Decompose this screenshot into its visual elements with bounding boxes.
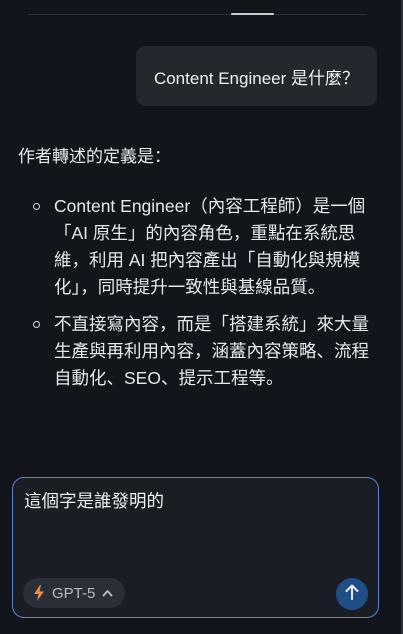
model-label: GPT-5 [52, 584, 96, 602]
bullet-text: Content Engineer（內容工程師）是一個「AI 原生」的內容角色，重… [54, 196, 366, 297]
answer-bullet-list: Content Engineer（內容工程師）是一個「AI 原生」的內容角色，重… [18, 193, 380, 392]
scroll-indicator [231, 13, 274, 15]
chevron-up-icon [102, 589, 113, 597]
top-divider [28, 14, 367, 15]
bullet-marker [33, 203, 40, 210]
list-item: Content Engineer（內容工程師）是一個「AI 原生」的內容角色，重… [33, 193, 380, 301]
model-selector-button[interactable]: GPT-5 [23, 578, 126, 608]
message-input[interactable]: 這個字是誰發明的 [24, 488, 164, 513]
message-composer[interactable]: 這個字是誰發明的 GPT-5 [12, 477, 379, 618]
arrow-up-icon [344, 583, 360, 606]
user-message-text: Content Engineer 是什麼？ [153, 68, 359, 88]
bullet-text: 不直接寫內容，而是「搭建系統」來大量生產與再利用內容，涵蓋內容策略、流程自動化、… [54, 314, 369, 388]
bolt-icon [33, 585, 45, 601]
assistant-message: 作者轉述的定義是： Content Engineer（內容工程師）是一個「AI … [18, 143, 380, 402]
answer-intro: 作者轉述的定義是： [18, 147, 171, 166]
user-message-bubble: Content Engineer 是什麼？ [135, 46, 377, 106]
bullet-marker [33, 321, 40, 328]
chat-view: Content Engineer 是什麼？ 作者轉述的定義是： Content … [0, 0, 403, 634]
list-item: 不直接寫內容，而是「搭建系統」來大量生產與再利用內容，涵蓋內容策略、流程自動化、… [33, 311, 380, 392]
send-button[interactable] [336, 578, 368, 610]
